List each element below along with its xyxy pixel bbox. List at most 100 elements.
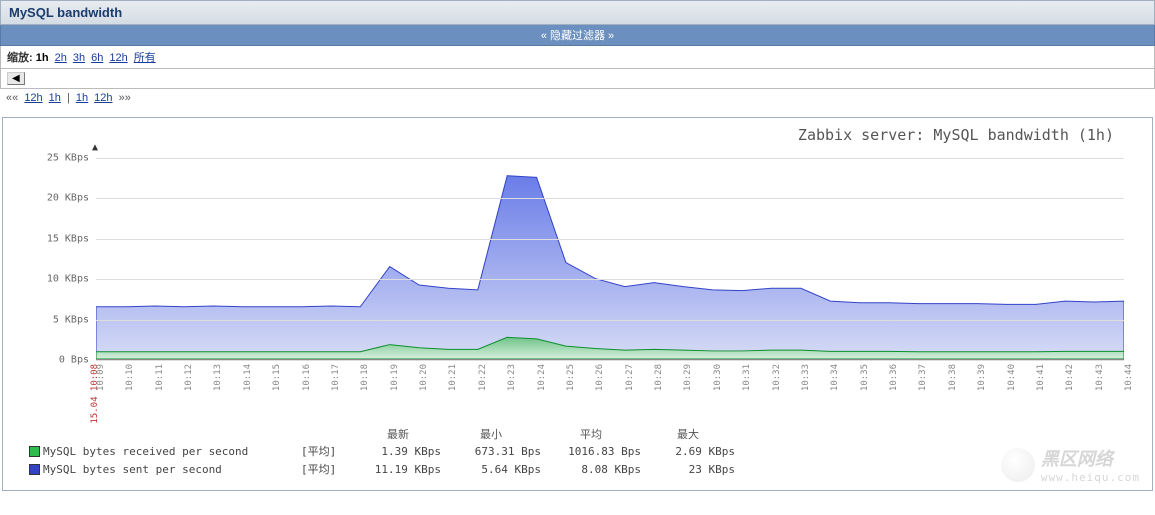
xtick: 10:23 bbox=[507, 364, 517, 391]
xtick: 10:18 bbox=[360, 364, 370, 391]
xtick: 10:19 bbox=[390, 364, 400, 391]
xtick: 10:42 bbox=[1065, 364, 1075, 391]
xtick: 10:15 bbox=[272, 364, 282, 391]
watermark: 黑区网络 www.heiqu.com bbox=[1001, 445, 1140, 484]
nav-sep: | bbox=[67, 92, 70, 104]
xtick: 10:10 bbox=[125, 364, 135, 391]
zoom-bar: 缩放: 1h 2h 3h 6h 12h 所有 bbox=[0, 46, 1155, 69]
xtick: 10:22 bbox=[478, 364, 488, 391]
chart-title: Zabbix server: MySQL bandwidth (1h) bbox=[21, 122, 1134, 150]
xtick: 10:25 bbox=[566, 364, 576, 391]
legend-min: 5.64 KBps bbox=[441, 463, 541, 476]
ytick-label: 20 KBps bbox=[21, 193, 89, 204]
zoom-links: 1h 2h 3h 6h 12h 所有 bbox=[36, 52, 162, 64]
gridline bbox=[96, 279, 1124, 280]
page-title: MySQL bandwidth bbox=[9, 5, 1146, 20]
xtick: 10:38 bbox=[948, 364, 958, 391]
legend-swatch bbox=[29, 446, 40, 457]
zoom-所有[interactable]: 所有 bbox=[134, 52, 156, 64]
xtick: 10:34 bbox=[830, 364, 840, 391]
gridline bbox=[96, 158, 1124, 159]
watermark-url: www.heiqu.com bbox=[1041, 471, 1140, 484]
page-header: MySQL bandwidth bbox=[0, 0, 1155, 25]
xtick: 10:31 bbox=[742, 364, 752, 391]
legend-col-latest: 最新 bbox=[355, 426, 441, 442]
gridline bbox=[96, 198, 1124, 199]
legend: 最新 最小 平均 最大 MySQL bytes received per sec… bbox=[29, 426, 1134, 478]
xtick: 10:11 bbox=[155, 364, 165, 391]
xtick: 10:14 bbox=[243, 364, 253, 391]
chart-series bbox=[96, 150, 1124, 359]
xtick: 10:28 bbox=[654, 364, 664, 391]
ytick-label: 15 KBps bbox=[21, 233, 89, 244]
xtick: 10:27 bbox=[625, 364, 635, 391]
xtick: 10:41 bbox=[1036, 364, 1046, 391]
zoom-2h[interactable]: 2h bbox=[55, 52, 67, 64]
legend-latest: 1.39 KBps bbox=[355, 445, 441, 458]
gridline bbox=[96, 320, 1124, 321]
xtick: 10:30 bbox=[713, 364, 723, 391]
xtick: 10:32 bbox=[772, 364, 782, 391]
xtick: 10:16 bbox=[302, 364, 312, 391]
chart-svg bbox=[96, 150, 1124, 359]
chart-plot: ▲ 0 Bps5 KBps10 KBps15 KBps20 KBps25 KBp… bbox=[96, 150, 1124, 360]
legend-latest: 11.19 KBps bbox=[355, 463, 441, 476]
filter-toggle-label: 隐藏过滤器 bbox=[541, 30, 614, 42]
legend-col-min: 最小 bbox=[441, 426, 541, 442]
watermark-logo-icon bbox=[1001, 448, 1035, 482]
xtick: 10:39 bbox=[977, 364, 987, 391]
legend-col-max: 最大 bbox=[641, 426, 735, 442]
zoom-1h[interactable]: 1h bbox=[36, 52, 49, 64]
xtick: 10:20 bbox=[419, 364, 429, 391]
xtick: 10:26 bbox=[595, 364, 605, 391]
time-nav: «« 12h 1h | 1h 12h »» bbox=[0, 89, 1155, 107]
legend-series-name: MySQL bytes sent per second bbox=[43, 463, 301, 476]
xtick: 10:36 bbox=[889, 364, 899, 391]
legend-row: MySQL bytes received per second[平均]1.39 … bbox=[29, 442, 1134, 460]
watermark-cn: 黑区网络 bbox=[1041, 445, 1140, 471]
filter-toggle[interactable]: 隐藏过滤器 bbox=[0, 25, 1155, 46]
legend-min: 673.31 Bps bbox=[441, 445, 541, 458]
xtick: 10:17 bbox=[331, 364, 341, 391]
nav-back-1h[interactable]: 1h bbox=[49, 92, 61, 104]
nav-left-links: 12h 1h bbox=[21, 92, 64, 104]
ytick-label: 5 KBps bbox=[21, 314, 89, 325]
xtick: 10:40 bbox=[1007, 364, 1017, 391]
zoom-3h[interactable]: 3h bbox=[73, 52, 85, 64]
ytick-label: 25 KBps bbox=[21, 153, 89, 164]
legend-header: 最新 最小 平均 最大 bbox=[29, 426, 1134, 442]
time-slider-row: ◀ bbox=[0, 69, 1155, 89]
nav-fwd-12h[interactable]: 12h bbox=[94, 92, 112, 104]
legend-swatch bbox=[29, 464, 40, 475]
legend-max: 2.69 KBps bbox=[641, 445, 735, 458]
xtick: 10:29 bbox=[683, 364, 693, 391]
nav-left-double: «« bbox=[6, 92, 18, 104]
legend-avg: 1016.83 Bps bbox=[541, 445, 641, 458]
xtick: 10:12 bbox=[184, 364, 194, 391]
legend-row: MySQL bytes sent per second[平均]11.19 KBp… bbox=[29, 460, 1134, 478]
nav-right-double: »» bbox=[119, 92, 131, 104]
zoom-12h[interactable]: 12h bbox=[109, 52, 127, 64]
xtick: 10:43 bbox=[1095, 364, 1105, 391]
legend-agg: [平均] bbox=[301, 461, 355, 477]
nav-back-12h[interactable]: 12h bbox=[24, 92, 42, 104]
nav-fwd-1h[interactable]: 1h bbox=[76, 92, 88, 104]
ytick-label: 0 Bps bbox=[21, 355, 89, 366]
xtick: 10:44 bbox=[1124, 364, 1134, 391]
legend-avg: 8.08 KBps bbox=[541, 463, 641, 476]
xtick: 10:35 bbox=[860, 364, 870, 391]
gridline bbox=[96, 239, 1124, 240]
slider-prev-button[interactable]: ◀ bbox=[7, 72, 25, 85]
xtick: 10:09 bbox=[96, 364, 106, 391]
legend-series-name: MySQL bytes received per second bbox=[43, 445, 301, 458]
x-axis: 15.04 10:0810:0910:1010:1110:1210:1310:1… bbox=[96, 360, 1124, 400]
legend-col-avg: 平均 bbox=[541, 426, 641, 442]
xtick: 10:21 bbox=[448, 364, 458, 391]
series-0 bbox=[96, 176, 1124, 359]
xtick: 10:33 bbox=[801, 364, 811, 391]
chart-container: Zabbix server: MySQL bandwidth (1h) ▲ 0 … bbox=[2, 117, 1153, 491]
zoom-label: 缩放: bbox=[7, 52, 33, 64]
xtick: 10:37 bbox=[918, 364, 928, 391]
legend-max: 23 KBps bbox=[641, 463, 735, 476]
zoom-6h[interactable]: 6h bbox=[91, 52, 103, 64]
